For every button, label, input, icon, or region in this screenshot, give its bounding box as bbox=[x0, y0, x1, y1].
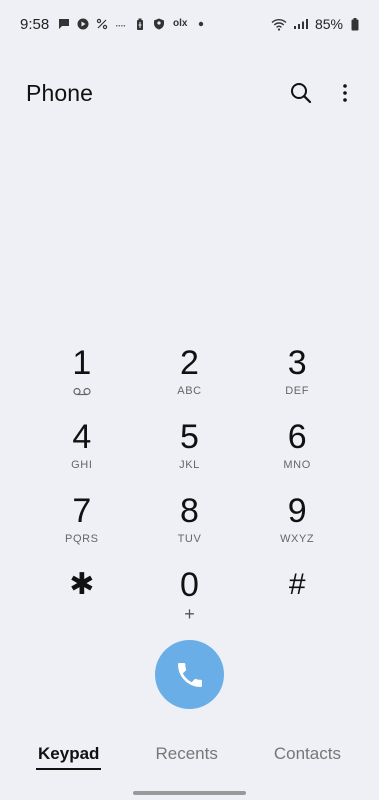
key-letters: GHI bbox=[71, 459, 93, 471]
key-letters: PQRS bbox=[65, 533, 99, 545]
message-icon bbox=[58, 18, 70, 30]
dots-icon bbox=[115, 18, 127, 30]
tab-keypad[interactable]: Keypad bbox=[36, 736, 102, 770]
page-title: Phone bbox=[26, 79, 94, 106]
dot-icon bbox=[195, 18, 207, 30]
key-hash[interactable]: # bbox=[243, 560, 351, 634]
status-right: 85% bbox=[271, 16, 361, 32]
key-star[interactable]: ✱ bbox=[28, 560, 136, 634]
key-digit: ✱ bbox=[69, 568, 95, 601]
header-actions bbox=[287, 79, 359, 107]
status-bar: 9:58 olx 85% bbox=[0, 0, 379, 48]
key-letters: TUV bbox=[177, 533, 202, 545]
key-letters: WXYZ bbox=[280, 533, 315, 545]
more-vert-icon bbox=[343, 84, 347, 102]
signal-icon bbox=[293, 18, 309, 30]
olx-icon: olx bbox=[172, 18, 188, 29]
wifi-icon bbox=[271, 18, 287, 31]
battery-icon bbox=[349, 17, 361, 30]
home-indicator[interactable] bbox=[133, 791, 246, 795]
key-letters: JKL bbox=[179, 459, 200, 471]
key-6[interactable]: 6 MNO bbox=[243, 412, 351, 486]
more-options-button[interactable] bbox=[331, 79, 359, 107]
voicemail-icon bbox=[73, 385, 91, 397]
percent-icon bbox=[96, 18, 108, 30]
battery-saver-icon bbox=[134, 18, 146, 30]
key-5[interactable]: 5 JKL bbox=[136, 412, 244, 486]
search-icon bbox=[291, 83, 312, 104]
play-icon bbox=[77, 18, 89, 30]
key-4[interactable]: 4 GHI bbox=[28, 412, 136, 486]
status-time: 9:58 bbox=[20, 15, 50, 33]
key-digit: # bbox=[288, 568, 306, 601]
key-3[interactable]: 3 DEF bbox=[243, 338, 351, 412]
tab-contacts[interactable]: Contacts bbox=[272, 736, 343, 770]
shield-icon bbox=[153, 18, 165, 30]
key-digit: 5 bbox=[180, 418, 199, 456]
key-digit: 9 bbox=[287, 492, 307, 530]
key-9[interactable]: 9 WXYZ bbox=[243, 486, 351, 560]
battery-percent: 85% bbox=[314, 16, 343, 32]
key-7[interactable]: 7 PQRS bbox=[28, 486, 136, 560]
call-button[interactable] bbox=[155, 640, 224, 709]
key-digit: 2 bbox=[180, 344, 199, 382]
app-header: Phone bbox=[0, 70, 379, 116]
key-digit: 7 bbox=[72, 492, 92, 530]
key-0[interactable]: 0 + bbox=[136, 560, 244, 634]
key-letters: DEF bbox=[285, 385, 310, 397]
key-digit: 0 bbox=[180, 566, 199, 604]
key-digit: 6 bbox=[287, 418, 307, 456]
key-digit: 3 bbox=[287, 344, 307, 382]
search-button[interactable] bbox=[287, 79, 315, 107]
status-left: 9:58 olx bbox=[20, 16, 207, 33]
key-8[interactable]: 8 TUV bbox=[136, 486, 244, 560]
tab-recents[interactable]: Recents bbox=[153, 736, 219, 770]
key-letters: ABC bbox=[177, 385, 202, 397]
key-digit: 4 bbox=[72, 418, 92, 456]
dial-keypad: 1 2 ABC 3 DEF 4 GHI 5 JKL 6 MNO 7 PQRS 8… bbox=[28, 338, 351, 634]
key-plus: + bbox=[184, 604, 195, 624]
key-digit: 8 bbox=[180, 492, 199, 530]
key-1[interactable]: 1 bbox=[28, 338, 136, 412]
key-2[interactable]: 2 ABC bbox=[136, 338, 244, 412]
bottom-tab-bar: Keypad Recents Contacts bbox=[0, 736, 379, 776]
phone-icon bbox=[177, 662, 202, 687]
key-letters: MNO bbox=[283, 459, 311, 471]
key-digit: 1 bbox=[72, 344, 92, 382]
